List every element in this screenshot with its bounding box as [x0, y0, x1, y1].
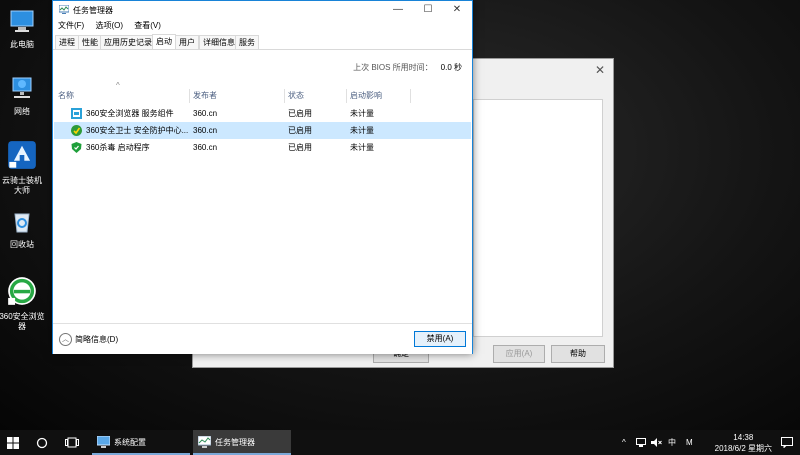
row-impact: 未计量	[350, 109, 374, 118]
desktop-icon-label: 云骑士装机大师	[2, 176, 42, 195]
task-manager-icon	[198, 436, 211, 448]
desktop-icon-this-pc[interactable]: 此电脑	[0, 8, 44, 50]
column-header-impact[interactable]: 启动影响	[350, 89, 382, 103]
clock-date: 2018/6/2 星期六	[714, 444, 772, 453]
desktop-icon-yunqishi[interactable]: 云骑士装机大师	[0, 140, 44, 196]
chevron-up-icon[interactable]: ︿	[59, 333, 72, 346]
column-divider[interactable]	[346, 89, 347, 103]
task-view-icon[interactable]	[65, 437, 79, 448]
row-status: 已启用	[288, 126, 312, 135]
360-browser-component-icon	[71, 108, 82, 119]
row-publisher: 360.cn	[193, 109, 218, 118]
menu-view[interactable]: 查看(V)	[134, 20, 161, 32]
network-tray-icon[interactable]	[636, 438, 646, 447]
row-name: 360杀毒 启动程序	[86, 143, 150, 152]
menu-options[interactable]: 选项(O)	[95, 20, 123, 32]
clock-time: 14:38	[733, 433, 754, 442]
bios-time: 上次 BIOS 所用时间： 0.0 秒	[353, 62, 462, 73]
column-divider[interactable]	[284, 89, 285, 103]
desktop-icon-360-browser[interactable]: 360安全浏览器	[0, 276, 46, 332]
tab-startup[interactable]: 启动	[152, 34, 176, 49]
tab-users[interactable]: 用户	[175, 35, 199, 49]
row-name: 360安全浏览器 服务组件	[86, 109, 174, 118]
desktop-icon-recycle-bin[interactable]: 回收站	[0, 208, 44, 250]
taskbar-app-system-config[interactable]: 系统配置	[92, 430, 190, 455]
apply-button[interactable]: 应用(A)	[493, 345, 545, 363]
taskbar-app-label: 任务管理器	[215, 438, 255, 447]
bios-time-label: 上次 BIOS 所用时间：	[353, 63, 433, 72]
tab-services[interactable]: 服务	[235, 35, 259, 49]
task-manager-icon	[59, 5, 69, 14]
row-publisher: 360.cn	[193, 143, 218, 152]
windows-start-icon[interactable]	[7, 437, 19, 449]
row-name: 360安全卫士 安全防护中心...	[86, 126, 188, 135]
360-safeguard-icon	[71, 125, 82, 136]
recycle-bin-icon	[14, 213, 30, 233]
360-antivirus-icon	[71, 142, 82, 153]
column-header-publisher[interactable]: 发布者	[193, 89, 217, 103]
content-panel	[473, 99, 603, 337]
row-impact: 未计量	[350, 126, 374, 135]
volume-muted-icon[interactable]	[651, 438, 662, 447]
column-header-status[interactable]: 状态	[288, 89, 304, 103]
chevron-up-icon[interactable]: ^	[622, 430, 626, 455]
fewer-details-link[interactable]: 简略信息(D)	[75, 334, 118, 345]
yunqishi-icon	[8, 141, 36, 169]
maximize-icon[interactable]: ☐	[413, 1, 443, 19]
row-publisher: 360.cn	[193, 126, 218, 135]
taskbar: 系统配置 任务管理器 ^ 中 M 14:38 2018/6/2 星期六	[0, 430, 800, 455]
desktop-icon-label: 360安全浏览器	[0, 312, 45, 331]
row-impact: 未计量	[350, 143, 374, 152]
column-header-name[interactable]: 名称	[58, 89, 74, 103]
column-divider[interactable]	[410, 89, 411, 103]
help-button[interactable]: 帮助	[551, 345, 605, 363]
footer-bar: ︿ 简略信息(D) 禁用(A)	[53, 323, 472, 354]
system-config-icon	[97, 436, 110, 448]
table-row[interactable]: 360安全浏览器 服务组件 360.cn 已启用 未计量	[54, 105, 471, 122]
notification-icon[interactable]	[781, 437, 793, 448]
close-icon[interactable]: ✕	[442, 1, 472, 19]
column-divider[interactable]	[189, 89, 190, 103]
close-icon[interactable]: ✕	[595, 63, 605, 77]
task-manager-window: 任务管理器 — ☐ ✕ 文件(F) 选项(O) 查看(V) 进程 性能 应用历史…	[52, 0, 473, 354]
tab-bar: 进程 性能 应用历史记录 启动 用户 详细信息 服务	[53, 34, 472, 50]
disable-button[interactable]: 禁用(A)	[414, 331, 466, 347]
sort-arrow-icon: ^	[116, 81, 120, 90]
desktop-icon-network[interactable]: 网络	[0, 75, 44, 117]
menu-bar: 文件(F) 选项(O) 查看(V)	[53, 20, 472, 32]
tab-details[interactable]: 详细信息	[199, 35, 239, 49]
360-browser-icon	[8, 277, 36, 305]
menu-file[interactable]: 文件(F)	[58, 20, 84, 32]
tab-performance[interactable]: 性能	[78, 35, 102, 49]
desktop-icon-label: 回收站	[10, 240, 34, 249]
window-title: 任务管理器	[73, 6, 113, 15]
ime-mode-indicator[interactable]: M	[686, 430, 693, 455]
search-icon[interactable]	[36, 437, 48, 449]
minimize-icon[interactable]: —	[383, 1, 413, 19]
desktop-icon-label: 网络	[14, 107, 30, 116]
bios-time-value: 0.0 秒	[440, 63, 462, 72]
desktop-icon-label: 此电脑	[10, 40, 34, 49]
taskbar-app-label: 系统配置	[114, 438, 146, 447]
table-row[interactable]: 360杀毒 启动程序 360.cn 已启用 未计量	[54, 139, 471, 156]
this-pc-icon	[10, 10, 34, 32]
tab-app-history[interactable]: 应用历史记录	[100, 35, 156, 49]
row-status: 已启用	[288, 109, 312, 118]
row-status: 已启用	[288, 143, 312, 152]
network-icon	[12, 77, 32, 98]
ime-indicator[interactable]: 中	[668, 430, 676, 455]
title-bar[interactable]: 任务管理器 — ☐ ✕	[53, 1, 472, 19]
table-row[interactable]: 360安全卫士 安全防护中心... 360.cn 已启用 未计量	[54, 122, 471, 139]
tab-processes[interactable]: 进程	[55, 35, 79, 49]
desktop: 此电脑 网络 云骑士装机大师 回收站 360安全浏览器 ✕ 应用(A) 帮助 任…	[0, 0, 800, 430]
taskbar-app-task-manager[interactable]: 任务管理器	[193, 430, 291, 455]
clock[interactable]: 14:38 2018/6/2 星期六	[715, 432, 772, 454]
